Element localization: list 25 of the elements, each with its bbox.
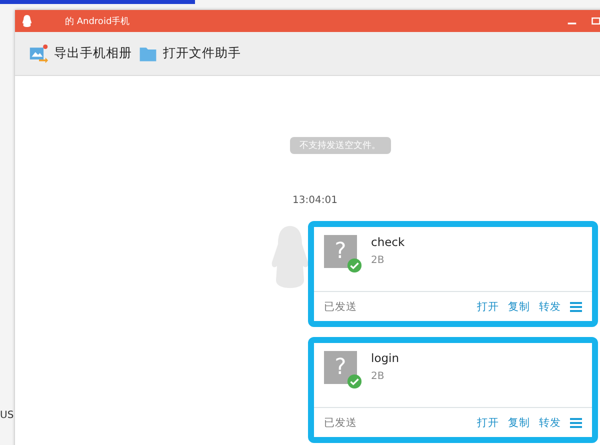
menu-icon[interactable] bbox=[570, 418, 582, 428]
action-link[interactable]: 打开 bbox=[477, 300, 499, 314]
message-time: 13:04:01 bbox=[292, 195, 338, 206]
action-link[interactable]: 打开 bbox=[477, 416, 499, 430]
window-title: 的 Android手机 bbox=[65, 16, 130, 28]
file-name: login bbox=[371, 351, 400, 365]
maximize-icon[interactable] bbox=[591, 16, 600, 26]
file-size: 2B bbox=[371, 255, 386, 266]
file-unknown-glyph: ? bbox=[334, 355, 346, 380]
menu-icon[interactable] bbox=[570, 302, 582, 312]
file-unknown-glyph: ? bbox=[334, 239, 346, 264]
penguin-icon bbox=[21, 14, 33, 28]
action-link[interactable]: 复制 bbox=[508, 416, 530, 430]
background-text: US bbox=[0, 410, 14, 421]
action-link[interactable]: 转发 bbox=[539, 416, 561, 430]
file-name: check bbox=[371, 235, 405, 249]
toolbar-button[interactable]: 打开文件助手 bbox=[138, 44, 241, 64]
avatar-silhouette-icon bbox=[270, 224, 310, 290]
toolbar-button[interactable]: 导出手机相册 bbox=[29, 44, 132, 64]
send-status: 已发送 bbox=[324, 416, 357, 430]
action-link[interactable]: 复制 bbox=[508, 300, 530, 314]
file-size: 2B bbox=[371, 371, 386, 382]
action-link[interactable]: 转发 bbox=[539, 300, 561, 314]
photo-export-icon bbox=[29, 44, 49, 64]
send-status: 已发送 bbox=[324, 300, 357, 314]
